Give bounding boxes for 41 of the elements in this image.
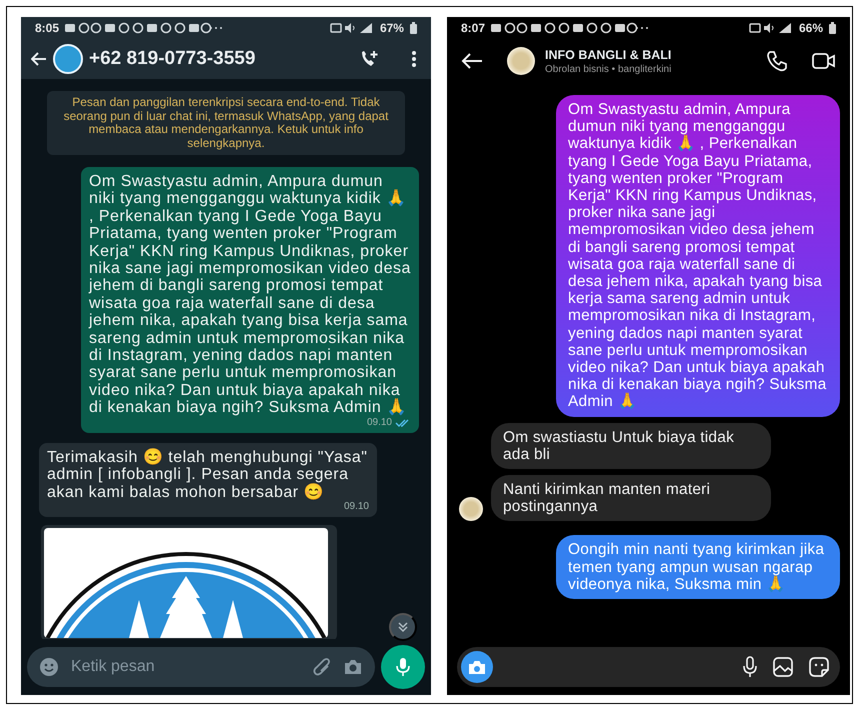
sticker-icon[interactable]	[808, 656, 830, 678]
profile-avatar[interactable]	[506, 47, 535, 75]
status-time: 8:05	[35, 21, 60, 35]
message-text: Oongih min nanti tyang kirimkan jika temen tyang ampun wusan ngarap videonya nika, Suksma min 🙏	[568, 541, 826, 594]
message-composer[interactable]: Ketik pesan	[27, 647, 375, 687]
phone-icon[interactable]	[766, 50, 788, 72]
signal-indicators-drawing	[748, 22, 793, 34]
scroll-down-button[interactable]	[388, 613, 417, 641]
gallery-icon[interactable]	[772, 656, 794, 678]
message-text: Nanti kirimkan manten materi postingannya	[502, 481, 712, 516]
battery-level: 66%	[798, 21, 823, 35]
account-subtitle: Obrolan bisnis • bangliterkini	[544, 64, 672, 74]
sender-avatar[interactable]	[458, 497, 483, 522]
message-text: Om swastiastu Untuk biaya tidak ada bli	[502, 428, 736, 464]
voice-record-button[interactable]	[380, 645, 425, 689]
status-time: 8:07	[460, 21, 486, 35]
message-time: 09.10	[366, 416, 392, 429]
video-call-icon[interactable]	[812, 51, 836, 71]
encryption-notice[interactable]: Pesan dan panggilan terenkripsi secara end-to-end. Tidak seorang pun di luar chat ini, termasuk WhatsApp, yang dapat membaca atau mendengarkannya. Ketuk untuk info selengkapnya.	[47, 91, 405, 155]
battery-icon	[410, 22, 417, 34]
battery-icon	[829, 22, 836, 34]
message-text: Om Swastyastu admin, Ampura dumun niki tyang mengganggu waktunya kidik 🙏 , Perkenalkan tyang I Gede Yoga Bayu Priatama, tyang wenten proker "Program Kerja" KKN ring Kampus Undiknas, proker nika sane jagi mempromosikan video desa jehem di bangli sareng promosi tempat wisata goa raja waterfall sane di desa jehem nika, apakah tyang bisa kerja sama sareng admin untuk mempromosikan nika di Instagram, yening dados napi manten syarat sane perlu untuk mempromosikan video nika? Dan untuk biaya apakah nika di kenakan biaya ngih? Suksma Admin 🙏	[88, 173, 411, 417]
account-name[interactable]: INFO BANGLI & BALI	[544, 48, 672, 62]
battery-level: 67%	[380, 21, 404, 35]
message-text: Om Swastyastu admin, Ampura dumun niki tyang mengganggu waktunya kidik 🙏 , Perkenalkan tyang I Gede Yoga Bayu Priatama, tyang wenten proker "Program Kerja" KKN ring Kampus Undiknas, proker nika sane jagi mempromosikan video desa jehem di bangli sareng promosi tempat wisata goa raja waterfall sane di desa jehem nika, apakah tyang bisa kerja sama sareng admin untuk mempromosikan nika di Instagram, yening dados napi manten syarat sane perlu untuk mempromosikan video nika? Dan untuk biaya apakah nika di kenakan biaya ngih? Suksma Admin 🙏	[568, 101, 828, 411]
back-arrow-icon[interactable]	[460, 53, 483, 69]
back-arrow-icon[interactable]	[31, 52, 47, 66]
camera-icon	[468, 660, 486, 674]
paperclip-icon[interactable]	[312, 657, 333, 677]
signal-indicators-drawing	[330, 22, 374, 34]
double-chevron-down-icon	[396, 621, 409, 633]
message-input-field[interactable]: Ketik pesan	[69, 657, 303, 677]
camera-icon[interactable]	[342, 658, 363, 676]
camera-button[interactable]	[460, 651, 493, 683]
microphone-icon	[396, 657, 410, 677]
microphone-icon[interactable]	[742, 656, 758, 678]
message-time: 09.10	[344, 500, 369, 513]
message-text: Terimakasih 😊 telah menghubungi "Yasa" admin [ infobangli ]. Pesan anda segera akan kami balas mohon bersabar 😊	[47, 448, 368, 501]
contact-avatar[interactable]	[53, 44, 83, 74]
message-input-field[interactable]	[456, 647, 840, 687]
emoji-icon[interactable]	[39, 657, 59, 677]
